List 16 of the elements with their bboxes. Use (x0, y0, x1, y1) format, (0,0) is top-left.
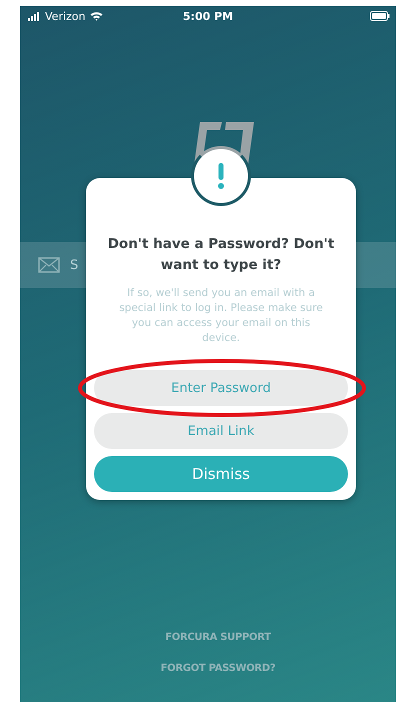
field-placeholder: S (70, 258, 78, 272)
footer-link[interactable]: FORGOT PASSWORD? (160, 663, 276, 674)
dialog-title: Don't have a Password? Don't want to type it? (106, 235, 336, 275)
footer-link[interactable]: FORCURA SUPPORT (165, 632, 271, 643)
status-time: 5:00 PM (182, 10, 234, 22)
option-button[interactable]: Email Link (94, 413, 348, 449)
field-background (356, 242, 396, 288)
dismiss-button[interactable]: Dismiss (94, 456, 348, 492)
email-field[interactable]: S (20, 242, 86, 288)
battery-icon (370, 11, 390, 21)
dialog-message: If so, we'll send you an email with a special link to log in. Please make sure you can access your email on this device. (118, 286, 324, 346)
carrier-name: Verizon (45, 10, 86, 22)
signal-icon (28, 12, 41, 20)
envelope-icon (38, 257, 60, 273)
option-button[interactable]: Enter Password (94, 370, 348, 406)
wifi-icon (90, 11, 102, 21)
